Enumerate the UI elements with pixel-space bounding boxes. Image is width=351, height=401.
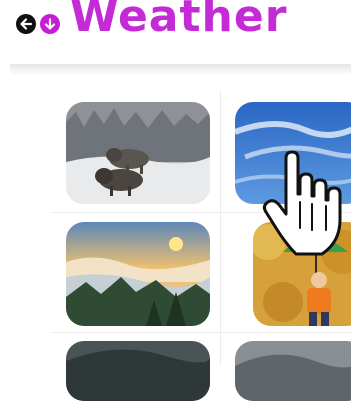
- app-header: Weather: [0, 0, 351, 62]
- header-divider: [10, 64, 351, 76]
- sunrise-clouds-photo: [66, 222, 210, 326]
- bison-snow-photo: [66, 102, 210, 204]
- tile-storm-clouds-1[interactable]: [66, 341, 210, 401]
- back-button[interactable]: [16, 14, 36, 34]
- storm-clouds-photo: [235, 341, 351, 401]
- tile-storm-clouds-2[interactable]: [235, 341, 351, 401]
- grid-divider-vertical: [220, 90, 221, 366]
- hand-pointer-icon: [262, 150, 351, 260]
- tile-sunrise-clouds[interactable]: [66, 222, 210, 326]
- page-title: Weather: [70, 0, 288, 42]
- download-button[interactable]: [40, 14, 60, 34]
- tile-bison-snow[interactable]: [66, 102, 210, 204]
- grid-divider-horizontal: [52, 332, 351, 333]
- storm-clouds-photo: [66, 341, 210, 401]
- arrow-down-circle-icon: [44, 18, 56, 30]
- arrow-left-icon: [20, 18, 33, 30]
